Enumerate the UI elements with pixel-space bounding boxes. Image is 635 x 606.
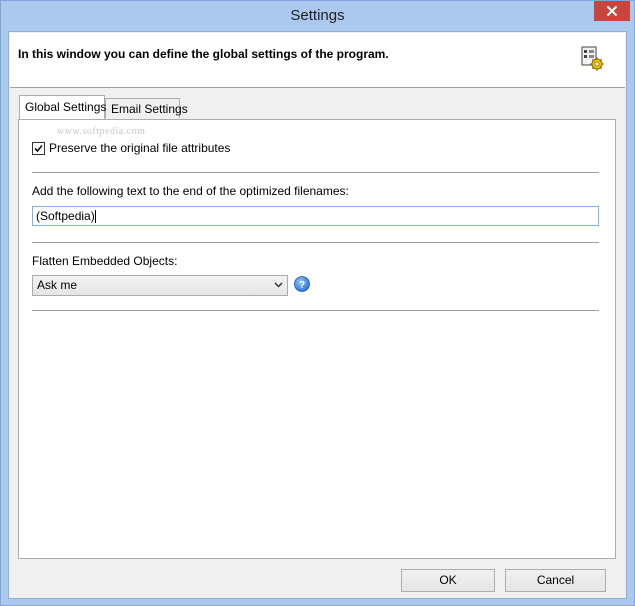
chevron-down-icon	[274, 282, 283, 288]
flatten-label: Flatten Embedded Objects:	[32, 254, 178, 268]
help-icon[interactable]: ?	[294, 276, 310, 292]
tab-email-settings[interactable]: Email Settings	[105, 98, 188, 118]
preserve-attributes-checkbox[interactable]	[32, 141, 45, 155]
checkmark-icon	[34, 144, 43, 152]
ok-button[interactable]: OK	[401, 569, 495, 592]
separator	[32, 172, 599, 174]
preserve-attributes-row[interactable]: Preserve the original file attributes	[32, 141, 230, 155]
text-caret	[94, 210, 96, 224]
dialog-client-area: In this window you can define the global…	[8, 31, 627, 599]
separator	[32, 242, 599, 244]
flatten-objects-select[interactable]: Ask me	[32, 275, 288, 296]
close-icon	[606, 5, 618, 17]
title-bar[interactable]: Settings	[1, 1, 634, 31]
cancel-button[interactable]: Cancel	[505, 569, 606, 592]
header-panel: In this window you can define the global…	[10, 33, 625, 88]
header-description: In this window you can define the global…	[18, 47, 389, 61]
suffix-label: Add the following text to the end of the…	[32, 184, 349, 198]
tab-global-settings[interactable]: Global Settings	[19, 95, 106, 119]
window-title: Settings	[290, 7, 345, 24]
preserve-attributes-label: Preserve the original file attributes	[49, 141, 231, 155]
settings-window: Settings In this window you can define t…	[0, 0, 635, 606]
filename-suffix-value: (Softpedia)	[36, 209, 95, 223]
filename-suffix-input[interactable]: (Softpedia)	[32, 206, 599, 226]
flatten-selected-value: Ask me	[37, 278, 78, 292]
close-button[interactable]	[594, 1, 630, 21]
global-settings-panel: www.softpedia.com Preserve the original …	[18, 119, 616, 559]
svg-text:?: ?	[299, 280, 305, 291]
settings-gear-icon	[581, 46, 604, 71]
watermark-text: www.softpedia.com	[57, 126, 146, 137]
separator	[32, 310, 599, 312]
